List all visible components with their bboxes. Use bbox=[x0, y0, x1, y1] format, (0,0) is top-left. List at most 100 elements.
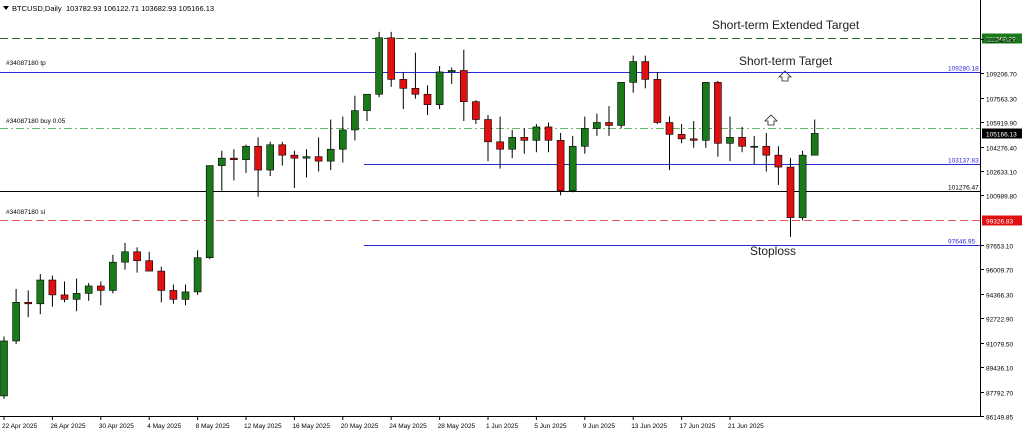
x-tick-label: 17 Jun 2025 bbox=[680, 423, 716, 430]
candle-body bbox=[121, 251, 129, 263]
candle-body bbox=[290, 154, 299, 159]
candle-body bbox=[447, 70, 456, 73]
candle-body bbox=[459, 70, 468, 102]
candle-body bbox=[810, 133, 819, 156]
y-tick-label: 86149.85 bbox=[986, 415, 1013, 422]
candle-body bbox=[375, 37, 383, 95]
candle-body bbox=[48, 279, 57, 296]
candle-body bbox=[181, 291, 190, 300]
x-tick-label: 24 May 2025 bbox=[389, 423, 427, 430]
y-tick-label: 107563.30 bbox=[986, 97, 1017, 104]
sl-line-label: #34087180 sl bbox=[6, 209, 46, 216]
x-tick-label: 26 Apr 2025 bbox=[50, 423, 85, 430]
candle-body bbox=[738, 137, 746, 147]
candle-body bbox=[423, 93, 432, 105]
y-tick-label: 105919.90 bbox=[986, 121, 1017, 128]
candle-body bbox=[387, 37, 396, 80]
candle-body bbox=[411, 88, 420, 95]
tp-line-label: #34087180 tp bbox=[6, 60, 46, 67]
candle-body bbox=[302, 156, 311, 159]
y-tick-label: 109206.70 bbox=[986, 72, 1017, 79]
x-tick-label: 16 May 2025 bbox=[292, 423, 330, 430]
candle-body bbox=[665, 122, 674, 135]
candle-body bbox=[351, 110, 359, 131]
x-tick-label: 8 May 2025 bbox=[196, 423, 230, 430]
candle-body bbox=[496, 141, 504, 150]
candle-body bbox=[617, 82, 625, 126]
candle-body bbox=[145, 260, 153, 272]
candle-body bbox=[84, 285, 93, 294]
candle-body bbox=[677, 134, 686, 140]
level-value-level-103137: 103137.83 bbox=[948, 158, 979, 165]
y-tick-label: 100989.80 bbox=[986, 194, 1017, 201]
x-tick-label: 4 May 2025 bbox=[147, 423, 181, 430]
y-tick-label: 111543.30 bbox=[986, 38, 1016, 45]
candle-body bbox=[36, 279, 45, 305]
candle-body bbox=[109, 261, 117, 291]
candle-body bbox=[520, 137, 529, 141]
candle-body bbox=[508, 137, 517, 150]
candle-body bbox=[641, 61, 650, 80]
level-value-tp: 109280.18 bbox=[948, 66, 979, 73]
level-value-current: 105166.13 bbox=[986, 132, 1017, 139]
x-tick-label: 12 May 2025 bbox=[244, 423, 282, 430]
candle-body bbox=[472, 101, 480, 120]
level-value-level-97646: 97646.95 bbox=[948, 239, 975, 246]
candle-body bbox=[629, 61, 638, 83]
level-value-sl: 99326.83 bbox=[986, 219, 1013, 226]
candle-body bbox=[726, 137, 734, 144]
candle-body bbox=[97, 285, 105, 291]
candle-body bbox=[24, 302, 33, 305]
x-tick-label: 5 Jun 2025 bbox=[534, 423, 567, 430]
candle-body bbox=[242, 145, 250, 160]
candle-body bbox=[399, 79, 408, 89]
candle-body bbox=[798, 154, 807, 218]
chart-root: BTCUSD,Daily 103782.93 106122.71 103682.… bbox=[0, 0, 1024, 433]
stoploss-label: Stoploss bbox=[750, 244, 796, 258]
candle-body bbox=[72, 293, 81, 300]
candle-body bbox=[314, 156, 323, 162]
y-tick-label: 97653.10 bbox=[986, 244, 1013, 251]
y-tick-label: 102633.10 bbox=[986, 170, 1017, 177]
x-tick-label: 28 May 2025 bbox=[438, 423, 476, 430]
candle-body bbox=[278, 144, 287, 156]
plot-background bbox=[0, 0, 1024, 433]
candle-body bbox=[544, 126, 553, 141]
x-tick-label: 13 Jun 2025 bbox=[631, 423, 667, 430]
candle-body bbox=[338, 129, 347, 150]
x-tick-label: 30 Apr 2025 bbox=[99, 423, 134, 430]
candle-body bbox=[133, 251, 141, 261]
candle-body bbox=[193, 257, 202, 293]
candle-body bbox=[774, 154, 783, 168]
candle-body bbox=[750, 145, 759, 148]
candle-body bbox=[701, 82, 710, 141]
candle-body bbox=[689, 138, 698, 141]
candle-body bbox=[254, 145, 262, 171]
x-tick-label: 9 Jun 2025 bbox=[583, 423, 616, 430]
extended-target-label: Short-term Extended Target bbox=[712, 18, 860, 32]
candle-body bbox=[762, 145, 771, 156]
candle-body bbox=[568, 145, 577, 192]
x-tick-label: 1 Jun 2025 bbox=[486, 423, 519, 430]
y-tick-label: 94366.30 bbox=[986, 293, 1013, 300]
y-tick-label: 96009.70 bbox=[986, 268, 1013, 275]
y-tick-label: 91079.50 bbox=[986, 342, 1013, 349]
buy-line-label: #34087180 buy 0.05 bbox=[6, 118, 66, 125]
candlestick-chart: BTCUSD,Daily 103782.93 106122.71 103682.… bbox=[0, 0, 1024, 433]
candle-body bbox=[12, 302, 20, 342]
candle-body bbox=[786, 166, 795, 218]
candle-body bbox=[157, 270, 166, 291]
candle-body bbox=[266, 144, 275, 171]
y-tick-label: 89436.10 bbox=[986, 366, 1013, 373]
x-tick-label: 22 Apr 2025 bbox=[2, 423, 37, 430]
candle-body bbox=[326, 148, 335, 162]
candle-body bbox=[0, 340, 8, 397]
y-tick-label: 87792.70 bbox=[986, 391, 1013, 398]
candle-body bbox=[60, 294, 69, 300]
candle-body bbox=[593, 122, 601, 129]
candle-body bbox=[605, 122, 613, 126]
candle-body bbox=[653, 79, 662, 123]
candle-body bbox=[714, 82, 722, 144]
y-tick-label: 104276.40 bbox=[986, 146, 1017, 153]
candle-body bbox=[435, 71, 444, 105]
